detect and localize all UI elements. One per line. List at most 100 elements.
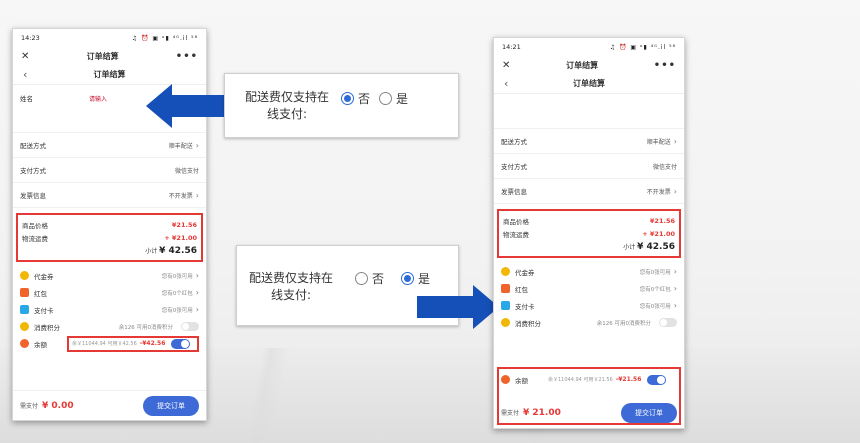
balance-deduct: -¥42.56	[139, 340, 166, 347]
voucher-icon	[20, 271, 29, 280]
to-pay-amount: ¥ 21.00	[523, 408, 561, 418]
chevron-right-icon: ›	[195, 305, 199, 314]
row-payment[interactable]: 支付方式 微信支付	[13, 158, 206, 183]
balance-info: 余￥11044.94 可用￥21.56	[548, 377, 613, 383]
promo-voucher[interactable]: 代金券 您有0张可用 ›	[13, 267, 206, 284]
chevron-right-icon: ›	[673, 267, 677, 276]
to-pay-label: 需支付	[501, 410, 520, 417]
balance-toggle[interactable]	[171, 338, 191, 349]
submit-order-button[interactable]: 提交订单	[621, 403, 677, 423]
status-time: 14:23	[21, 34, 40, 42]
name-input-placeholder[interactable]: 请输入	[89, 94, 107, 103]
shipping-fee: + ¥21.00	[642, 229, 675, 238]
points-icon	[501, 318, 510, 327]
status-bar: 14:23 ♫ ⏰ ▣ ᵒ▮ ⁴ᴳ.il ⁵⁸	[13, 29, 206, 47]
back-icon[interactable]: ‹	[504, 77, 508, 90]
points-icon	[20, 322, 29, 331]
sub-header: ‹ 订单结算	[13, 65, 206, 85]
promo-label: 红包	[515, 285, 528, 294]
row-value: 不开发票	[168, 192, 193, 200]
goods-price: ¥21.56	[171, 220, 197, 229]
right-phone-screen: 14:21 ♫ ⏰ ▣ ᵒ▮ ⁴ᴳ.il ⁵⁸ ✕ 订单结算 ••• ‹ 订单结…	[493, 37, 685, 429]
balance-toggle[interactable]	[647, 374, 667, 385]
row-label: 发票信息	[501, 188, 527, 196]
promo-info: 您有0个红包	[161, 290, 193, 297]
close-icon[interactable]: ✕	[502, 60, 510, 71]
row-value: 微信支付	[652, 163, 677, 171]
voucher-icon	[501, 267, 510, 276]
points-info: 余126 可用0消费积分	[118, 324, 173, 331]
promo-label: 支付卡	[34, 306, 54, 315]
promo-label: 支付卡	[515, 302, 535, 311]
chevron-right-icon: ›	[195, 140, 199, 150]
points-info: 余126 可用0消费积分	[596, 320, 651, 327]
chevron-right-icon: ›	[673, 284, 677, 293]
shipping-label: 物流运费	[22, 234, 48, 243]
promo-redpacket[interactable]: 红包 您有0个红包 ›	[494, 280, 684, 297]
chevron-right-icon: ›	[673, 301, 677, 310]
row-invoice[interactable]: 发票信息 不开发票 ›	[494, 179, 684, 204]
name-label: 姓名	[20, 95, 33, 103]
goods-price-label: 商品价格	[503, 217, 529, 226]
status-time: 14:21	[502, 43, 521, 51]
chevron-right-icon: ›	[195, 288, 199, 297]
radio-selected-icon	[341, 92, 354, 105]
promo-points: 消费积分 余126 可用0消费积分	[494, 314, 684, 331]
chevron-right-icon: ›	[673, 186, 677, 196]
balance-icon	[501, 375, 510, 384]
chevron-right-icon: ›	[673, 136, 677, 146]
promo-paycard[interactable]: 支付卡 您有0张可用 ›	[494, 297, 684, 314]
balance-icon	[20, 339, 29, 348]
radio-no[interactable]: 否	[355, 270, 384, 287]
more-icon[interactable]: •••	[176, 51, 198, 62]
row-label: 发票信息	[20, 192, 46, 200]
points-label: 消费积分	[515, 319, 541, 328]
radio-label: 否	[372, 272, 385, 286]
red-packet-icon	[501, 284, 510, 293]
status-bar: 14:21 ♫ ⏰ ▣ ᵒ▮ ⁴ᴳ.il ⁵⁸	[494, 38, 684, 56]
balance-deduct: -¥21.56	[615, 376, 642, 383]
close-icon[interactable]: ✕	[21, 51, 29, 62]
radio-yes[interactable]: 是	[379, 90, 408, 107]
balance-label: 余额	[515, 376, 528, 385]
row-value: 微信支付	[174, 167, 199, 175]
balance-label: 余额	[34, 340, 47, 349]
to-pay-amount: ¥ 0.00	[42, 400, 74, 411]
balance-highlight: 余￥11044.94 可用￥42.56 -¥42.56	[67, 335, 199, 352]
question-label: 配送费仅支持在线支付:	[248, 271, 333, 302]
radio-no[interactable]: 否	[341, 90, 370, 107]
to-pay-label: 需支付	[20, 402, 39, 410]
row-value: 顺丰配送	[168, 142, 193, 150]
red-packet-icon	[20, 288, 29, 297]
promo-info: 您有0个红包	[639, 286, 671, 293]
points-toggle[interactable]	[659, 318, 677, 327]
row-delivery[interactable]: 配送方式 顺丰配送 ›	[494, 129, 684, 154]
subtotal-label: 小计	[145, 248, 158, 255]
promo-info: 您有0张可用	[161, 307, 193, 314]
promo-redpacket[interactable]: 红包 您有0个红包 ›	[13, 284, 206, 301]
arrow-left-icon	[146, 84, 226, 128]
bottom-bar: 需支付 ¥ 0.00 提交订单	[13, 390, 206, 420]
promo-points: 消费积分 余126 可用0消费积分	[13, 318, 206, 335]
sub-title: 订单结算	[573, 79, 605, 88]
more-icon[interactable]: •••	[654, 60, 676, 71]
nav-bar: ✕ 订单结算 •••	[13, 47, 206, 65]
pay-card-icon	[501, 301, 510, 310]
row-invoice[interactable]: 发票信息 不开发票 ›	[13, 183, 206, 208]
row-value: 顺丰配送	[646, 138, 671, 146]
page-title: 订单结算	[566, 60, 599, 70]
back-icon[interactable]: ‹	[23, 68, 27, 81]
row-payment[interactable]: 支付方式 微信支付	[494, 154, 684, 179]
promo-voucher[interactable]: 代金券 您有0张可用 ›	[494, 263, 684, 280]
submit-order-button[interactable]: 提交订单	[143, 395, 199, 416]
row-value: 不开发票	[646, 188, 671, 196]
row-delivery[interactable]: 配送方式 顺丰配送 ›	[13, 133, 206, 158]
promo-paycard[interactable]: 支付卡 您有0张可用 ›	[13, 301, 206, 318]
spacer	[494, 94, 684, 129]
radio-selected-icon	[401, 272, 414, 285]
balance-info: 余￥11044.94 可用￥42.56	[72, 341, 137, 347]
points-toggle[interactable]	[181, 322, 199, 331]
sub-title: 订单结算	[93, 70, 126, 79]
nav-bar: ✕ 订单结算 •••	[494, 56, 684, 74]
goods-price-label: 商品价格	[22, 221, 48, 230]
